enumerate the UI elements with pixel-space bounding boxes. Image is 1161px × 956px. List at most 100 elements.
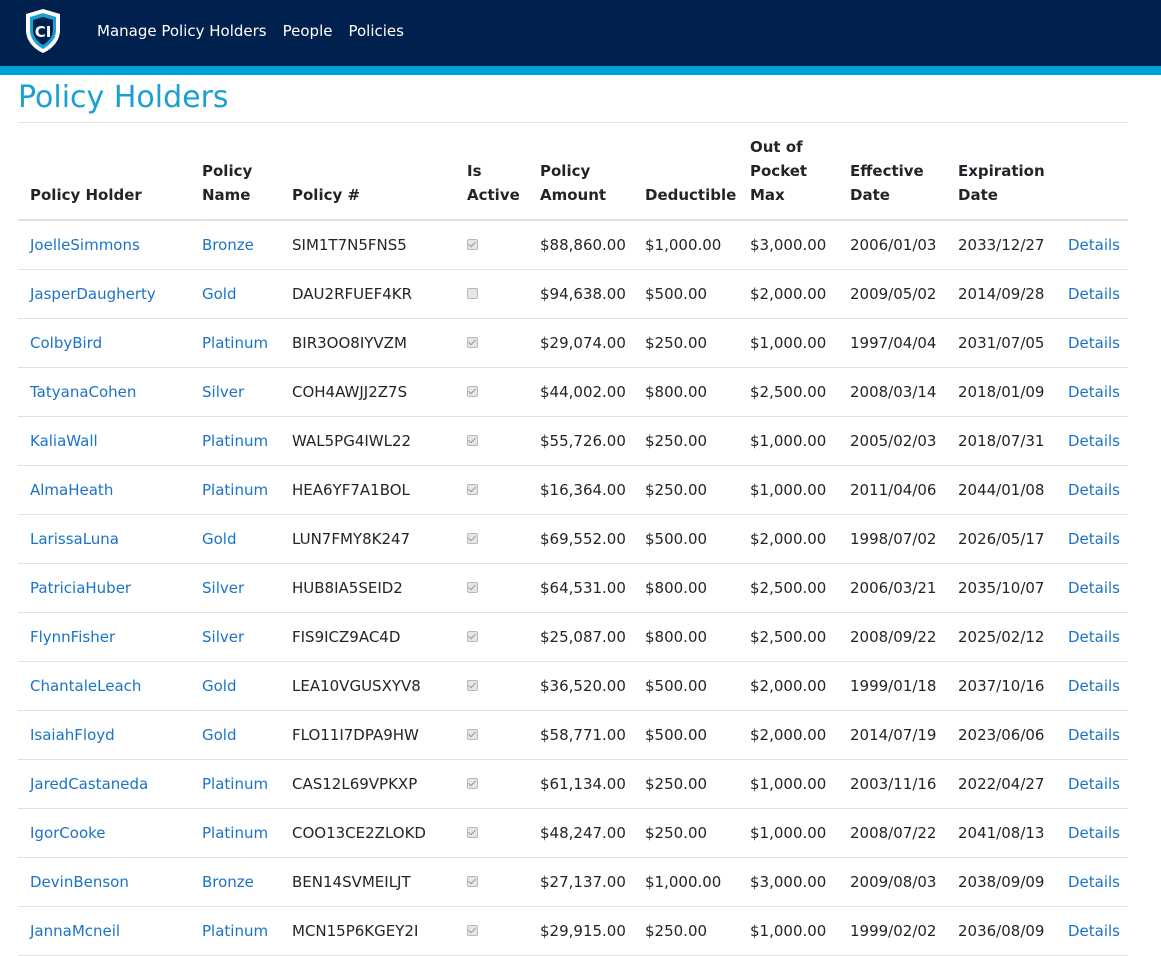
effective-date: 2014/07/19 [850, 725, 937, 744]
policy-holder-link[interactable]: IsaiahFloyd [30, 726, 115, 744]
policy-holder-link[interactable]: AlmaHeath [30, 481, 113, 499]
is-active-checkbox[interactable] [467, 777, 478, 789]
policy-holder-link[interactable]: LarissaLuna [30, 530, 119, 548]
table-row: LarissaLuna Gold LUN7FMY8K247 $69,552.00 $50… [18, 514, 1128, 564]
policy-name-link[interactable]: Platinum [202, 334, 268, 352]
policy-holder-link[interactable]: IgorCooke [30, 824, 106, 842]
policy-name-link[interactable]: Platinum [202, 824, 268, 842]
policy-name-link[interactable]: Bronze [202, 873, 254, 891]
table-cell: Bronze [190, 857, 280, 907]
is-active-checkbox[interactable] [467, 483, 478, 495]
deductible: $800.00 [645, 382, 708, 401]
nav-link-policies[interactable]: Policies [348, 21, 403, 41]
policy-name-link[interactable]: Gold [202, 530, 237, 548]
details-link[interactable]: Details [1068, 285, 1120, 303]
nav-link-people[interactable]: People [283, 21, 333, 41]
policy-holder-link[interactable]: DevinBenson [30, 873, 129, 891]
policy-name-link[interactable]: Bronze [202, 236, 254, 254]
policy-holder-link[interactable]: JoelleSimmons [30, 236, 140, 254]
table-cell: $1,000.00 [633, 220, 738, 270]
table-row: JasperDaugherty Gold DAU2RFUEF4KR $94,638.0… [18, 269, 1128, 319]
deductible: $800.00 [645, 627, 708, 646]
policy-name-link[interactable]: Gold [202, 285, 237, 303]
policy-holder-link[interactable]: ColbyBird [30, 334, 102, 352]
policy-holder-link[interactable]: FlynnFisher [30, 628, 115, 646]
policy-name-link[interactable]: Platinum [202, 481, 268, 499]
table-row: AlmaHeath Platinum HEA6YF7A1BOL $16,364.00 $… [18, 465, 1128, 515]
details-link[interactable]: Details [1068, 334, 1120, 352]
policy-amount: $36,520.00 [540, 676, 626, 695]
details-link[interactable]: Details [1068, 481, 1120, 499]
expiration-date: 2031/07/05 [958, 333, 1045, 352]
policy-name-link[interactable]: Silver [202, 579, 244, 597]
col-header-is-active: Is Active [455, 123, 528, 221]
details-link[interactable]: Details [1068, 726, 1120, 744]
policy-name-link[interactable]: Platinum [202, 775, 268, 793]
details-link[interactable]: Details [1068, 383, 1120, 401]
table-cell: 1998/07/02 [838, 514, 946, 564]
is-active-checkbox[interactable] [467, 238, 478, 250]
table-cell: $500.00 [633, 514, 738, 564]
is-active-checkbox[interactable] [467, 434, 478, 446]
policy-holder-link[interactable]: KaliaWall [30, 432, 98, 450]
expiration-date: 2014/09/28 [958, 284, 1045, 303]
policy-name-link[interactable]: Silver [202, 628, 244, 646]
is-active-checkbox[interactable] [467, 826, 478, 838]
is-active-checkbox[interactable] [467, 532, 478, 544]
table-cell: $48,247.00 [528, 808, 633, 858]
policy-number: COH4AWJJ2Z7S [292, 382, 408, 401]
details-link[interactable]: Details [1068, 824, 1120, 842]
table-cell: JaredCastaneda [18, 759, 190, 809]
details-link[interactable]: Details [1068, 775, 1120, 793]
table-cell: 2009/05/02 [838, 269, 946, 319]
policy-holder-link[interactable]: TatyanaCohen [30, 383, 136, 401]
policy-holder-link[interactable]: JaredCastaneda [30, 775, 148, 793]
table-cell: 2011/04/06 [838, 465, 946, 515]
details-link[interactable]: Details [1068, 922, 1120, 940]
details-link[interactable]: Details [1068, 530, 1120, 548]
is-active-checkbox[interactable] [467, 385, 478, 397]
details-link[interactable]: Details [1068, 628, 1120, 646]
out-of-pocket-max: $1,000.00 [750, 921, 827, 940]
policy-holder-link[interactable]: PatriciaHuber [30, 579, 131, 597]
policy-holder-link[interactable]: ChantaleLeach [30, 677, 141, 695]
table-cell: $1,000.00 [738, 318, 838, 368]
out-of-pocket-max: $2,500.00 [750, 627, 827, 646]
policy-name-link[interactable]: Platinum [202, 922, 268, 940]
table-cell [455, 269, 528, 319]
table-cell: Details [1056, 612, 1128, 662]
shield-logo-icon[interactable]: CI [24, 8, 62, 54]
table-cell: Details [1056, 759, 1128, 809]
out-of-pocket-max: $2,500.00 [750, 382, 827, 401]
table-cell: PatriciaHuber [18, 563, 190, 613]
is-active-checkbox[interactable] [467, 924, 478, 936]
policy-holder-link[interactable]: JasperDaugherty [30, 285, 156, 303]
is-active-checkbox[interactable] [467, 875, 478, 887]
policy-number: HUB8IA5SEID2 [292, 578, 403, 597]
table-cell: Silver [190, 367, 280, 417]
is-active-checkbox[interactable] [467, 679, 478, 691]
is-active-checkbox[interactable] [467, 630, 478, 642]
details-link[interactable]: Details [1068, 432, 1120, 450]
policy-amount: $29,074.00 [540, 333, 626, 352]
policy-name-link[interactable]: Silver [202, 383, 244, 401]
table-cell [455, 563, 528, 613]
expiration-date: 2018/07/31 [958, 431, 1045, 450]
is-active-checkbox[interactable] [467, 287, 478, 299]
table-cell: 2006/01/03 [838, 220, 946, 270]
details-link[interactable]: Details [1068, 873, 1120, 891]
table-cell: $88,860.00 [528, 220, 633, 270]
policy-name-link[interactable]: Platinum [202, 432, 268, 450]
effective-date: 2006/01/03 [850, 235, 937, 254]
is-active-checkbox[interactable] [467, 336, 478, 348]
is-active-checkbox[interactable] [467, 728, 478, 740]
details-link[interactable]: Details [1068, 236, 1120, 254]
details-link[interactable]: Details [1068, 677, 1120, 695]
table-cell: Details [1056, 269, 1128, 319]
policy-name-link[interactable]: Gold [202, 726, 237, 744]
policy-name-link[interactable]: Gold [202, 677, 237, 695]
is-active-checkbox[interactable] [467, 581, 478, 593]
policy-holder-link[interactable]: JannaMcneil [30, 922, 120, 940]
nav-link-manage-policy-holders[interactable]: Manage Policy Holders [97, 21, 267, 41]
details-link[interactable]: Details [1068, 579, 1120, 597]
